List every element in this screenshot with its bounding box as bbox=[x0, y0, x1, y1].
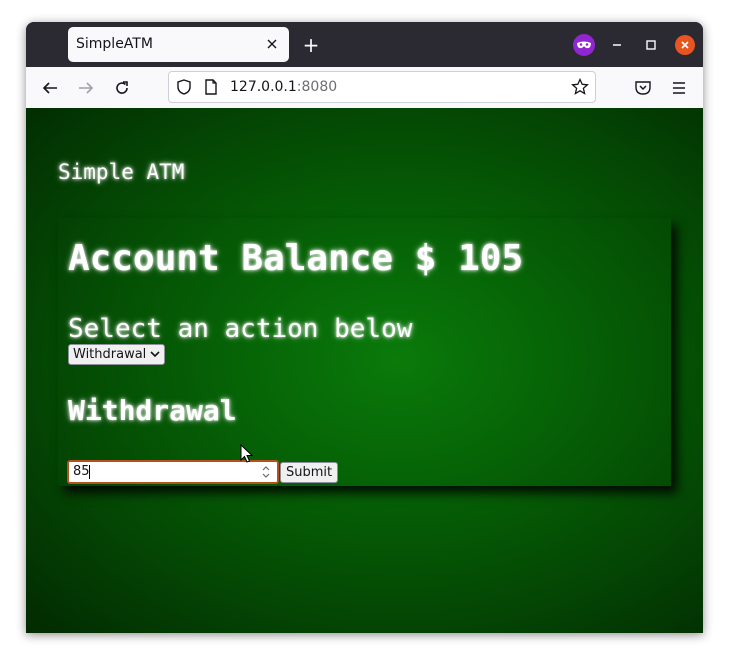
action-select[interactable]: Withdrawal bbox=[68, 344, 166, 365]
atm-card: Account Balance $ 105 Select an action b… bbox=[58, 218, 671, 486]
private-browsing-icon[interactable] bbox=[573, 34, 595, 56]
spinner-icon[interactable] bbox=[259, 463, 273, 481]
shield-icon[interactable] bbox=[175, 78, 193, 100]
star-icon[interactable] bbox=[571, 77, 589, 100]
balance-heading: Account Balance $ 105 bbox=[68, 238, 524, 279]
maximize-icon[interactable] bbox=[642, 36, 660, 54]
new-tab-button[interactable]: + bbox=[300, 33, 322, 57]
close-icon[interactable] bbox=[675, 35, 695, 55]
page-content: Simple ATM Account Balance $ 105 Select … bbox=[26, 108, 703, 633]
menu-icon[interactable] bbox=[669, 78, 689, 98]
chevron-down-icon bbox=[150, 347, 160, 362]
text-caret bbox=[89, 465, 90, 479]
withdrawal-heading: Withdrawal bbox=[68, 394, 237, 427]
forward-arrow-icon[interactable] bbox=[76, 78, 96, 98]
browser-window: SimpleATM + 127.0.0.1:8080 Simple ATM Ac… bbox=[26, 22, 703, 633]
tab-close-icon[interactable] bbox=[263, 35, 281, 53]
address-bar[interactable]: 127.0.0.1:8080 bbox=[168, 71, 596, 103]
pocket-icon[interactable] bbox=[633, 78, 653, 98]
action-select-value: Withdrawal bbox=[73, 347, 147, 362]
amount-input-value: 85 bbox=[73, 464, 90, 479]
title-bar: SimpleATM + bbox=[26, 22, 703, 67]
tab-title: SimpleATM bbox=[76, 36, 153, 52]
site-title: Simple ATM bbox=[58, 160, 185, 184]
reload-icon[interactable] bbox=[112, 78, 132, 98]
mouse-cursor-icon bbox=[240, 443, 254, 468]
navigation-toolbar: 127.0.0.1:8080 bbox=[26, 67, 703, 109]
select-action-label: Select an action below bbox=[68, 314, 413, 344]
browser-tab[interactable]: SimpleATM bbox=[68, 27, 289, 62]
page-icon[interactable] bbox=[203, 78, 219, 100]
url-port: :8080 bbox=[296, 79, 338, 95]
url-host: 127.0.0.1 bbox=[230, 79, 297, 95]
url-text: 127.0.0.1:8080 bbox=[230, 72, 337, 102]
minimize-icon[interactable] bbox=[608, 36, 626, 54]
submit-button[interactable]: Submit bbox=[280, 462, 339, 483]
back-arrow-icon[interactable] bbox=[40, 78, 60, 98]
